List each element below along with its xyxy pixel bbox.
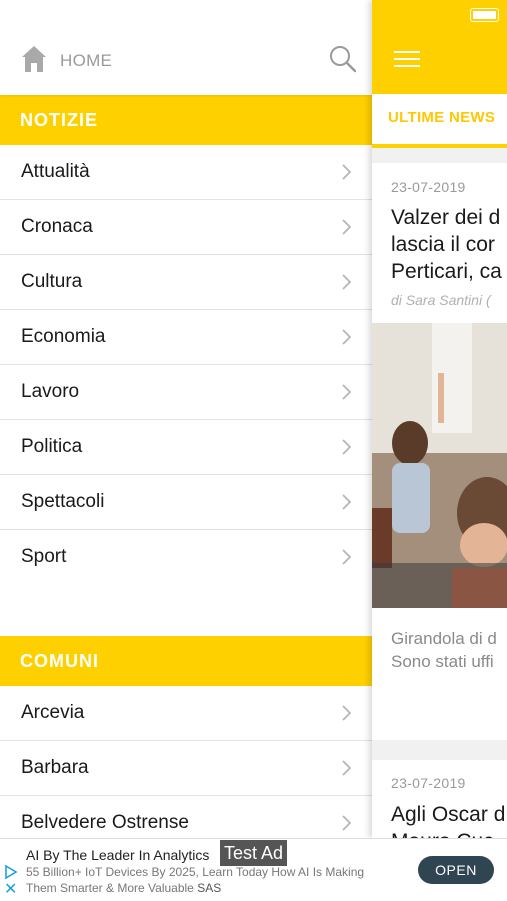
menu-item-label: Cultura [21, 271, 83, 292]
menu-item-barbara[interactable]: Barbara [0, 741, 372, 796]
home-label[interactable]: HOME [60, 51, 112, 71]
article-card[interactable]: 23-07-2019 Agli Oscar d Mauro Cuc [372, 760, 507, 838]
ad-description: 55 Billion+ IoT Devices By 2025, Learn T… [26, 864, 386, 896]
chevron-right-icon [342, 274, 351, 290]
ad-description-text: 55 Billion+ IoT Devices By 2025, Learn T… [26, 865, 365, 895]
chevron-right-icon [342, 439, 351, 455]
menu-item-sport[interactable]: Sport [0, 530, 372, 584]
section-header-notizie: NOTIZIE [0, 95, 372, 145]
menu-item-lavoro[interactable]: Lavoro [0, 365, 372, 420]
menu-item-label: Arcevia [21, 702, 85, 723]
menu-item-label: Politica [21, 436, 83, 457]
article-title-line: Valzer dei d [391, 206, 501, 229]
article-excerpt-line: Girandola di d [391, 629, 497, 648]
hamburger-icon[interactable] [394, 51, 420, 67]
chevron-right-icon [342, 705, 351, 721]
menu-item-spettacoli[interactable]: Spettacoli [0, 475, 372, 530]
app-top-bar [372, 0, 507, 94]
article-date: 23-07-2019 [391, 179, 466, 195]
menu-item-label: Economia [21, 326, 106, 347]
chevron-right-icon [342, 549, 351, 565]
menu-item-arcevia[interactable]: Arcevia [0, 686, 372, 741]
tab-bar: ULTIME NEWS [372, 94, 507, 148]
article-title-line: Perticari, ca [391, 260, 502, 283]
tab-ultime-news[interactable]: ULTIME NEWS [388, 109, 495, 126]
towns-list: Arcevia Barbara Belvedere Ostrense [0, 686, 372, 838]
article-author: di Sara Santini ( [391, 292, 491, 308]
section-gap [0, 584, 372, 636]
menu-item-label: Barbara [21, 757, 89, 778]
chevron-right-icon [342, 384, 351, 400]
chevron-right-icon [342, 329, 351, 345]
section-header-comuni: COMUNI [0, 636, 372, 686]
menu-item-label: Lavoro [21, 381, 80, 402]
menu-item-politica[interactable]: Politica [0, 420, 372, 475]
menu-item-label: Cronaca [21, 216, 93, 237]
article-card[interactable]: 23-07-2019 Valzer dei d lascia il cor Pe… [372, 163, 507, 740]
chevron-right-icon [342, 494, 351, 510]
article-title-line: Agli Oscar d [391, 803, 506, 826]
chevron-right-icon [342, 760, 351, 776]
search-icon[interactable] [329, 45, 357, 73]
classroom-photo-illustration [372, 323, 507, 608]
menu-item-cronaca[interactable]: Cronaca [0, 200, 372, 255]
article-title-line: lascia il cor [391, 233, 495, 256]
article-date: 23-07-2019 [391, 775, 466, 791]
home-icon[interactable] [21, 45, 47, 73]
chevron-right-icon [342, 815, 351, 831]
side-menu: HOME NOTIZIE Attualità Cronaca Cultura E… [0, 0, 372, 838]
menu-item-belvedere-ostrense[interactable]: Belvedere Ostrense [0, 796, 372, 838]
menu-header: HOME [0, 0, 372, 95]
article-photo [372, 323, 507, 608]
menu-item-economia[interactable]: Economia [0, 310, 372, 365]
close-icon[interactable]: ✕ [4, 882, 17, 898]
menu-item-cultura[interactable]: Cultura [0, 255, 372, 310]
article-excerpt-line: Sono stati uffi [391, 652, 494, 671]
ad-open-button[interactable]: OPEN [418, 856, 494, 884]
main-content-panel: ULTIME NEWS 23-07-2019 Valzer dei d lasc… [372, 0, 507, 838]
menu-item-label: Spettacoli [21, 491, 105, 512]
ad-choices-icon[interactable] [4, 865, 18, 879]
menu-item-label: Attualità [21, 161, 90, 182]
ad-title: AI By The Leader In Analytics [26, 847, 210, 863]
chevron-right-icon [342, 219, 351, 235]
menu-item-label: Belvedere Ostrense [21, 812, 189, 833]
chevron-right-icon [342, 164, 351, 180]
menu-item-label: Sport [21, 546, 67, 567]
menu-item-attualita[interactable]: Attualità [0, 145, 372, 200]
article-title-line: Mauro Cuc [391, 828, 494, 838]
ad-banner[interactable]: ✕ AI By The Leader In Analytics Test Ad … [0, 838, 507, 901]
test-ad-badge: Test Ad [220, 840, 288, 866]
news-list: Attualità Cronaca Cultura Economia Lavor… [0, 145, 372, 584]
ad-brand: SAS [197, 881, 222, 895]
battery-icon [470, 8, 499, 22]
